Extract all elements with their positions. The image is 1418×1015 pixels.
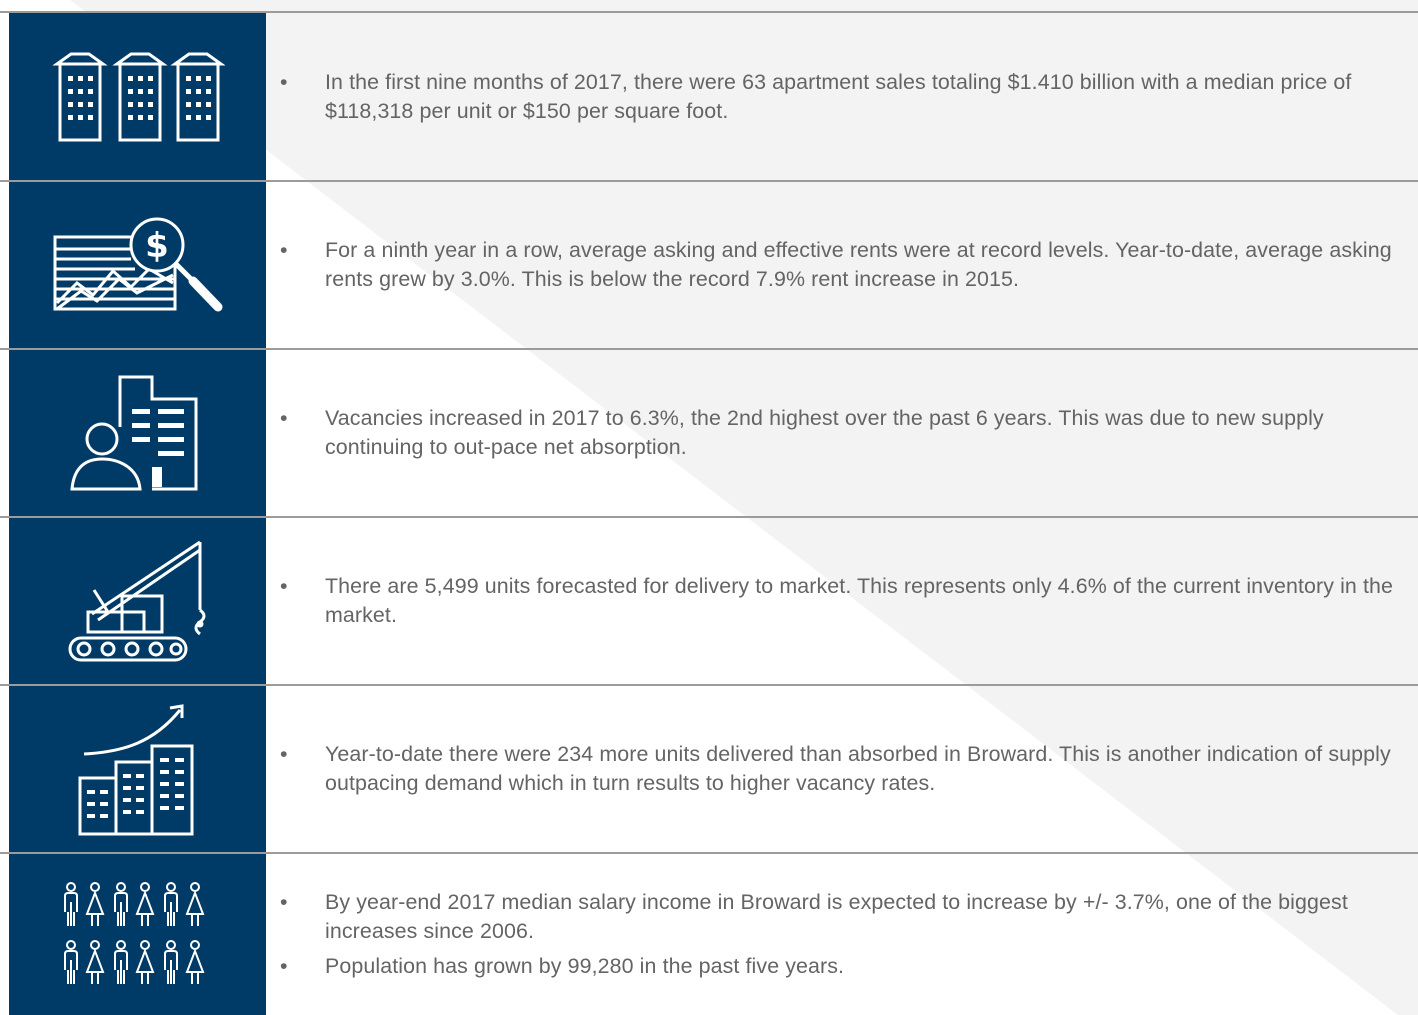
icon-panel: $ xyxy=(9,182,266,348)
row-text: • Year-to-date there were 234 more units… xyxy=(266,686,1418,852)
icon-panel xyxy=(9,518,266,684)
bullet-item: • There are 5,499 units forecasted for d… xyxy=(266,572,1418,630)
bullet-text: For a ninth year in a row, average askin… xyxy=(325,238,1392,291)
bullet-text: Vacancies increased in 2017 to 6.3%, the… xyxy=(325,406,1324,459)
rent-analysis-magnifier-icon: $ xyxy=(53,217,222,312)
icon-panel xyxy=(9,13,266,180)
apartment-buildings-icon xyxy=(51,52,225,141)
row-text: • There are 5,499 units forecasted for d… xyxy=(266,518,1418,684)
person-with-building-icon xyxy=(69,375,197,491)
bullet-item: • Vacancies increased in 2017 to 6.3%, t… xyxy=(266,404,1418,462)
bullet-mark: • xyxy=(280,406,288,430)
bullet-item: • Year-to-date there were 234 more units… xyxy=(266,740,1418,798)
bullet-text: By year-end 2017 median salary income in… xyxy=(325,890,1348,943)
bullet-mark: • xyxy=(280,69,288,94)
bullet-mark: • xyxy=(280,742,288,766)
icon-panel xyxy=(9,350,266,516)
population-people-icon xyxy=(63,881,204,985)
bullet-text: Population has grown by 99,280 in the pa… xyxy=(325,954,845,978)
info-row-units-forecast: • There are 5,499 units forecasted for d… xyxy=(0,518,1418,684)
bullet-mark: • xyxy=(280,574,288,598)
bullet-mark: • xyxy=(280,238,288,262)
icon-panel xyxy=(9,686,266,852)
row-text: • In the first nine months of 2017, ther… xyxy=(266,13,1418,180)
info-row-apartment-sales: • In the first nine months of 2017, ther… xyxy=(0,13,1418,180)
row-text: • By year-end 2017 median salary income … xyxy=(266,854,1418,1015)
row-text: • For a ninth year in a row, average ask… xyxy=(266,182,1418,348)
bullet-text: In the first nine months of 2017, there … xyxy=(325,69,1352,123)
svg-text:$: $ xyxy=(145,226,169,266)
construction-crane-icon xyxy=(68,540,205,662)
bullet-text: Year-to-date there were 234 more units d… xyxy=(325,742,1391,795)
row-text: • Vacancies increased in 2017 to 6.3%, t… xyxy=(266,350,1418,516)
icon-panel xyxy=(9,854,266,1015)
info-row-vacancies: • Vacancies increased in 2017 to 6.3%, t… xyxy=(0,350,1418,516)
bullet-item: • By year-end 2017 median salary income … xyxy=(266,888,1418,946)
bullet-mark: • xyxy=(280,954,288,978)
bullet-item: • In the first nine months of 2017, ther… xyxy=(266,68,1418,126)
info-row-asking-rents: $ • For a ninth year in a row, average a… xyxy=(0,182,1418,348)
bullet-mark: • xyxy=(280,890,288,914)
info-row-units-delivered: • Year-to-date there were 234 more units… xyxy=(0,686,1418,852)
info-row-income-population: • By year-end 2017 median salary income … xyxy=(0,854,1418,1015)
bullet-text: There are 5,499 units forecasted for del… xyxy=(325,574,1394,627)
growth-buildings-icon xyxy=(78,704,193,836)
bullet-item: • Population has grown by 99,280 in the … xyxy=(266,952,1418,981)
bullet-item: • For a ninth year in a row, average ask… xyxy=(266,236,1418,294)
